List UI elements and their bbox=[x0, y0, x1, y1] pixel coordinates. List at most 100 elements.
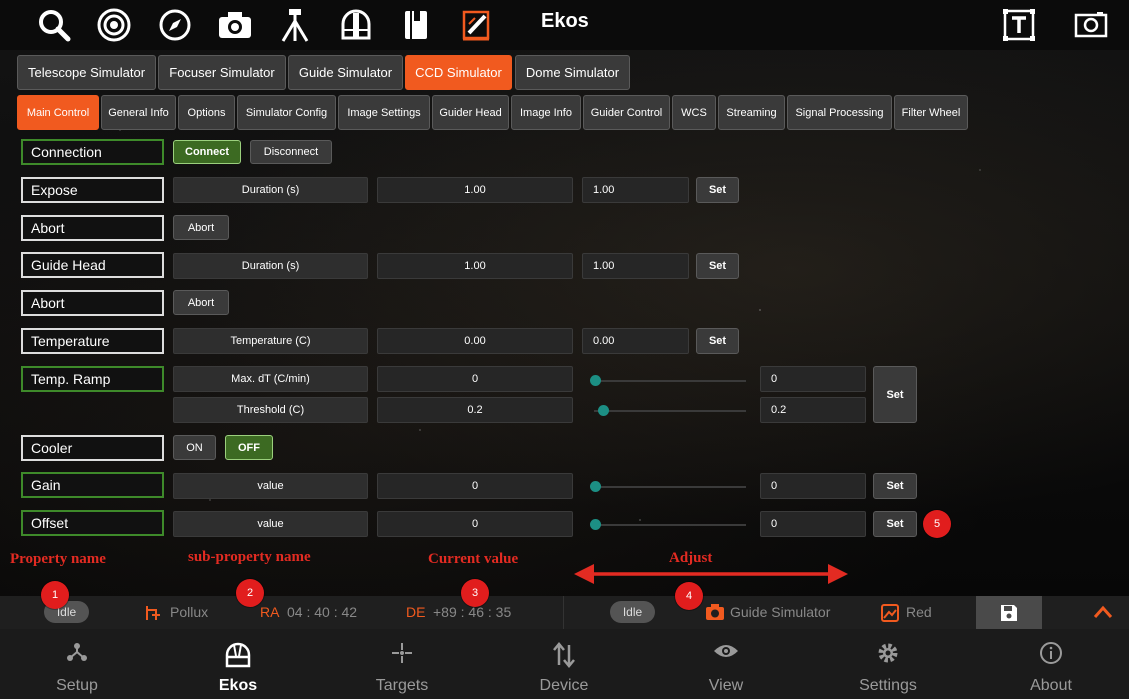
tab-guider-head[interactable]: Guider Head bbox=[432, 95, 509, 130]
targets-icon bbox=[392, 643, 412, 663]
tab-wcs[interactable]: WCS bbox=[672, 95, 716, 130]
gain-slider-thumb[interactable] bbox=[590, 481, 601, 492]
screenshot-icon[interactable] bbox=[1068, 2, 1114, 48]
save-button[interactable] bbox=[976, 596, 1042, 629]
max-dt-input[interactable]: 0 bbox=[760, 366, 866, 392]
sub-property-gain-value: value bbox=[173, 473, 368, 499]
tab-ccd-simulator[interactable]: CCD Simulator bbox=[405, 55, 512, 90]
compass-icon[interactable] bbox=[152, 2, 198, 48]
text-icon[interactable] bbox=[996, 2, 1042, 48]
target-icon[interactable] bbox=[91, 2, 137, 48]
connect-button[interactable]: Connect bbox=[173, 140, 241, 164]
nav-setup[interactable]: Setup bbox=[0, 629, 157, 699]
offset-slider-thumb[interactable] bbox=[590, 519, 601, 530]
filter-name: Red bbox=[906, 604, 932, 620]
annotation-property-name: Property name bbox=[10, 551, 106, 567]
cooler-on-button[interactable]: ON bbox=[173, 435, 216, 460]
offset-set-button[interactable]: Set bbox=[873, 511, 917, 537]
property-temperature: Temperature bbox=[21, 328, 164, 354]
app-title: Ekos bbox=[541, 10, 589, 32]
offset-slider-track[interactable] bbox=[594, 524, 746, 526]
nav-device-label: Device bbox=[539, 677, 589, 694]
sub-property-temperature: Temperature (C) bbox=[173, 328, 368, 354]
tab-image-settings[interactable]: Image Settings bbox=[338, 95, 430, 130]
tab-streaming[interactable]: Streaming bbox=[718, 95, 785, 130]
tab-dome-simulator[interactable]: Dome Simulator bbox=[515, 55, 630, 90]
tab-simulator-config[interactable]: Simulator Config bbox=[237, 95, 336, 130]
current-value-gain: 0 bbox=[377, 473, 573, 499]
guide-head-input[interactable]: 1.00 bbox=[582, 253, 689, 279]
max-dt-slider-track[interactable] bbox=[594, 380, 746, 382]
book-icon[interactable] bbox=[393, 2, 439, 48]
property-offset: Offset bbox=[21, 510, 164, 536]
tab-options[interactable]: Options bbox=[178, 95, 235, 130]
gain-set-button[interactable]: Set bbox=[873, 473, 917, 499]
max-dt-slider-thumb[interactable] bbox=[590, 375, 601, 386]
abort-button[interactable]: Abort bbox=[173, 215, 229, 240]
disconnect-button[interactable]: Disconnect bbox=[250, 140, 332, 164]
edit-icon[interactable] bbox=[453, 2, 499, 48]
chevron-up-icon[interactable] bbox=[1093, 604, 1113, 620]
dome-icon[interactable] bbox=[333, 2, 379, 48]
nav-about-label: About bbox=[1030, 677, 1072, 694]
tab-main-control[interactable]: Main Control bbox=[17, 95, 99, 130]
current-value-max-dt: 0 bbox=[377, 366, 573, 392]
tripod-icon[interactable] bbox=[272, 2, 318, 48]
search-icon[interactable] bbox=[31, 2, 77, 48]
nav-targets[interactable]: Targets bbox=[322, 629, 482, 699]
expose-input[interactable]: 1.00 bbox=[582, 177, 689, 203]
tab-focuser-simulator[interactable]: Focuser Simulator bbox=[158, 55, 286, 90]
gain-slider-track[interactable] bbox=[594, 486, 746, 488]
temperature-input[interactable]: 0.00 bbox=[582, 328, 689, 354]
annotation-badge-2: 2 bbox=[236, 579, 264, 607]
sub-property-threshold: Threshold (C) bbox=[173, 397, 368, 423]
property-abort: Abort bbox=[21, 215, 164, 241]
nav-ekos[interactable]: Ekos bbox=[158, 629, 318, 699]
threshold-input[interactable]: 0.2 bbox=[760, 397, 866, 423]
cooler-off-button[interactable]: OFF bbox=[225, 435, 273, 460]
nav-ekos-label: Ekos bbox=[218, 677, 258, 694]
tab-guider-control[interactable]: Guider Control bbox=[583, 95, 670, 130]
nav-device[interactable]: Device bbox=[484, 629, 644, 699]
guide-abort-button[interactable]: Abort bbox=[173, 290, 229, 315]
nav-view-label: View bbox=[708, 677, 744, 694]
sub-property-guide-duration: Duration (s) bbox=[173, 253, 368, 279]
threshold-slider-track[interactable] bbox=[594, 410, 746, 412]
save-icon bbox=[1001, 605, 1017, 621]
view-icon bbox=[714, 645, 738, 657]
tab-telescope-simulator[interactable]: Telescope Simulator bbox=[17, 55, 156, 90]
guide-head-set-button[interactable]: Set bbox=[696, 253, 739, 279]
nav-about[interactable]: About bbox=[971, 629, 1129, 699]
temp-ramp-set-button[interactable]: Set bbox=[873, 366, 917, 423]
tab-general-info[interactable]: General Info bbox=[101, 95, 176, 130]
annotation-sub-property-name: sub-property name bbox=[188, 549, 311, 565]
bottom-navigation: Setup Ekos Targets Device View Settings … bbox=[0, 629, 1129, 699]
current-value-offset: 0 bbox=[377, 511, 573, 537]
annotation-current-value: Current value bbox=[428, 551, 519, 567]
expose-set-button[interactable]: Set bbox=[696, 177, 739, 203]
annotation-badge-3: 3 bbox=[461, 579, 489, 607]
tab-signal-processing[interactable]: Signal Processing bbox=[787, 95, 892, 130]
offset-input[interactable]: 0 bbox=[760, 511, 866, 537]
threshold-slider-thumb[interactable] bbox=[598, 405, 609, 416]
camera-status-icon bbox=[706, 604, 724, 620]
target-name: Pollux bbox=[170, 604, 209, 620]
tab-image-info[interactable]: Image Info bbox=[511, 95, 581, 130]
adjust-arrow-icon bbox=[574, 564, 848, 584]
nav-settings-label: Settings bbox=[859, 677, 917, 694]
camera-name: Guide Simulator bbox=[730, 604, 831, 620]
nav-settings[interactable]: Settings bbox=[808, 629, 968, 699]
tab-guide-simulator[interactable]: Guide Simulator bbox=[288, 55, 403, 90]
property-expose: Expose bbox=[21, 177, 164, 203]
gain-input[interactable]: 0 bbox=[760, 473, 866, 499]
current-value-threshold: 0.2 bbox=[377, 397, 573, 423]
de-label: DE bbox=[406, 604, 426, 620]
camera-status-badge: Idle bbox=[610, 601, 655, 623]
temperature-set-button[interactable]: Set bbox=[696, 328, 739, 354]
nav-setup-label: Setup bbox=[56, 677, 98, 694]
camera-icon[interactable] bbox=[212, 2, 258, 48]
tab-filter-wheel[interactable]: Filter Wheel bbox=[894, 95, 968, 130]
top-toolbar: Ekos bbox=[0, 0, 1129, 50]
nav-view[interactable]: View bbox=[646, 629, 806, 699]
about-icon bbox=[1040, 642, 1062, 664]
